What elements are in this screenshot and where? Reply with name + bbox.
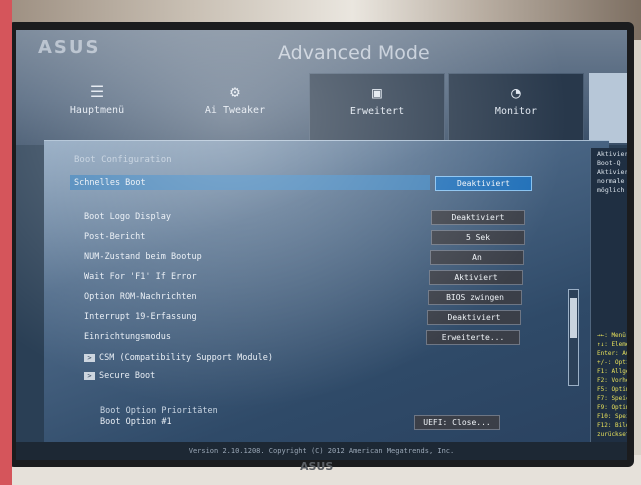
row-label-interrupt-19: Interrupt 19-Erfassung: [84, 312, 197, 322]
interrupt-19-dropdown[interactable]: Deaktiviert: [427, 310, 521, 325]
monitor-brand-logo: ASUS: [300, 460, 334, 473]
asus-logo: ASUS: [38, 37, 101, 58]
scrollbar-thumb[interactable]: [570, 298, 577, 338]
submenu-csm[interactable]: > CSM (Compatibility Support Module): [84, 353, 273, 363]
bios-screen: ASUS Advanced Mode ☰ Hauptmenü ⚙ Ai Twea…: [16, 30, 627, 460]
tab-hauptmenue[interactable]: ☰ Hauptmenü: [30, 73, 164, 143]
scrollbar[interactable]: [568, 289, 579, 386]
tab-boot[interactable]: [589, 73, 627, 143]
row-label-option-rom: Option ROM-Nachrichten: [84, 292, 197, 302]
boot-option-1-dropdown[interactable]: UEFI: Close...: [414, 415, 500, 430]
help-panel: Aktiviere Boot-Q Aktiviere normale mögli…: [590, 148, 627, 448]
tab-monitor[interactable]: ◔ Monitor: [448, 73, 584, 145]
tab-label: Hauptmenü: [69, 105, 125, 116]
expand-arrow-icon: >: [84, 372, 95, 380]
section-title: Boot Configuration: [74, 155, 172, 165]
tweaker-icon: ⚙: [230, 82, 240, 101]
row-label-num-zustand: NUM-Zustand beim Bootup: [84, 252, 202, 262]
key-legend: →←: Menü Wa ↑↓: Element Enter: Auswahl +…: [597, 332, 627, 438]
submenu-secure-boot[interactable]: > Secure Boot: [84, 371, 155, 381]
submenu-label: CSM (Compatibility Support Module): [99, 353, 273, 363]
boot-panel: Boot Configuration Schnelles Boot Deakti…: [44, 140, 609, 446]
option-rom-dropdown[interactable]: BIOS zwingen: [428, 290, 522, 305]
tab-ai-tweaker[interactable]: ⚙ Ai Tweaker: [168, 73, 302, 143]
monitor-icon: ◔: [511, 83, 521, 102]
row-label-schnelles-boot: Schnelles Boot: [74, 178, 146, 188]
boot-priorities-title: Boot Option Prioritäten: [100, 406, 218, 416]
wait-f1-dropdown[interactable]: Aktiviert: [429, 270, 523, 285]
schnelles-boot-dropdown[interactable]: Deaktiviert: [435, 176, 532, 191]
boot-logo-dropdown[interactable]: Deaktiviert: [431, 210, 525, 225]
tab-label: Monitor: [494, 106, 538, 117]
mode-title: Advanced Mode: [278, 42, 430, 64]
row-label-boot-logo: Boot Logo Display: [84, 212, 171, 222]
version-footer: Version 2.10.1208. Copyright (C) 2012 Am…: [16, 442, 627, 460]
expand-arrow-icon: >: [84, 354, 95, 362]
row-label-wait-f1: Wait For 'F1' If Error: [84, 272, 197, 282]
cpu-icon: ▣: [372, 83, 382, 102]
einrichtungsmodus-dropdown[interactable]: Erweiterte...: [426, 330, 520, 345]
tab-erweitert[interactable]: ▣ Erweitert: [309, 73, 445, 145]
tab-label: Ai Tweaker: [204, 105, 266, 116]
submenu-label: Secure Boot: [99, 371, 156, 381]
tab-label: Erweitert: [349, 106, 405, 117]
row-label-einrichtungsmodus: Einrichtungsmodus: [84, 332, 171, 342]
row-label-post-bericht: Post-Bericht: [84, 232, 146, 242]
num-zustand-dropdown[interactable]: An: [430, 250, 524, 265]
bios-header: ASUS Advanced Mode ☰ Hauptmenü ⚙ Ai Twea…: [16, 30, 627, 145]
list-icon: ☰: [89, 82, 105, 101]
post-bericht-dropdown[interactable]: 5 Sek: [431, 230, 525, 245]
help-text: Aktiviere Boot-Q Aktiviere normale mögli…: [597, 150, 627, 194]
red-frame: [0, 0, 12, 485]
row-label-boot-option-1: Boot Option #1: [100, 417, 172, 427]
